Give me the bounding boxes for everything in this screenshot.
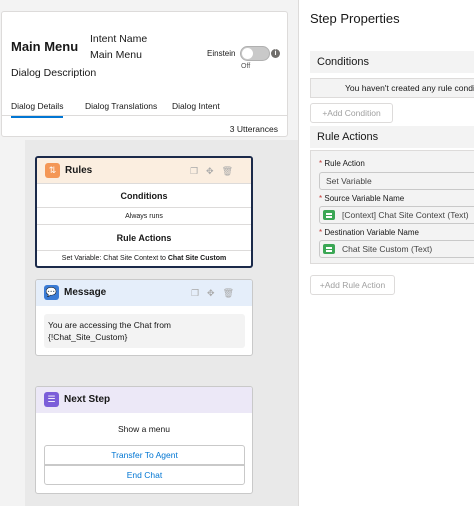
next-step-icon: ☰ [44,392,59,407]
rules-card[interactable]: ⇅ Rules ❐✥🗑 Conditions Always runs Rule … [35,156,253,268]
tab-dialog-translations[interactable]: Dialog Translations [85,101,157,111]
move-icon[interactable]: ✥ [207,288,223,298]
message-bubble: You are accessing the Chat from {!Chat_S… [44,314,245,348]
utterances-count: 3 Utterances [229,124,278,134]
source-variable-field[interactable]: [Context] Chat Site Context (Text) [319,206,474,224]
destination-variable-value: Chat Site Custom (Text) [342,244,433,254]
next-step-card[interactable]: ☰ Next Step Show a menu Transfer To Agen… [35,386,253,494]
no-conditions-message: You haven't created any rule conditions [310,78,474,98]
rule-action-label: * Rule Action [319,159,365,168]
move-icon[interactable]: ✥ [206,166,222,176]
rules-conditions-heading: Conditions [37,184,251,208]
add-rule-action-button[interactable]: +Add Rule Action [310,275,395,295]
rules-card-header: ⇅ Rules ❐✥🗑 [37,158,251,184]
intent-name-label: Intent Name [90,33,148,45]
dialog-header-card: Main Menu Intent Name Main Menu Dialog D… [1,11,288,137]
message-card[interactable]: 💬 Message ❐✥🗑 You are accessing the Chat… [35,279,253,356]
rules-actions-heading: Rule Actions [37,225,251,251]
toggle-knob [242,48,253,59]
set-variable-summary: Set Variable: Chat Site Context to Chat … [37,251,251,266]
dialog-description: Dialog Description [11,67,97,79]
tab-dialog-intent[interactable]: Dialog Intent [172,101,220,111]
einstein-toggle[interactable] [240,46,270,61]
trash-icon[interactable]: 🗑 [223,288,242,298]
message-line-1: You are accessing the Chat from [48,320,172,330]
einstein-toggle-label: Einstein [207,49,236,58]
card-actions: ❐✥🗑 [190,166,241,177]
rule-action-select[interactable]: Set Variable [319,172,474,190]
next-step-card-title: Next Step [64,394,111,405]
always-runs-text: Always runs [37,208,251,225]
message-card-header: 💬 Message ❐✥🗑 [36,280,252,306]
step-properties-panel: Step Properties Conditions You haven't c… [298,0,474,506]
source-variable-value: [Context] Chat Site Context (Text) [342,210,469,220]
step-properties-title: Step Properties [310,11,400,26]
intent-name-value: Main Menu [90,49,142,61]
trash-icon[interactable]: 🗑 [222,166,241,176]
destination-variable-field[interactable]: Chat Site Custom (Text) [319,240,474,258]
info-icon[interactable]: i [271,49,280,58]
rule-action-fields: * Rule Action Set Variable * Source Vari… [310,150,474,264]
toggle-state-label: Off [241,63,251,70]
next-step-card-header: ☰ Next Step [36,387,252,413]
set-variable-target: Chat Site Custom [167,255,227,262]
message-line-2: {!Chat_Site_Custom} [48,332,128,342]
variable-icon [323,210,335,220]
card-actions: ❐✥🗑 [191,288,242,299]
menu-item-transfer-to-agent[interactable]: Transfer To Agent [44,445,245,465]
copy-icon[interactable]: ❐ [190,166,206,176]
rule-actions-section-heading: Rule Actions [310,126,474,148]
conditions-section-heading: Conditions [310,51,474,73]
message-card-title: Message [64,287,107,298]
rules-card-title: Rules [65,165,93,176]
add-condition-button[interactable]: +Add Condition [310,103,393,123]
dialog-canvas: Main Menu Intent Name Main Menu Dialog D… [0,0,298,506]
set-variable-prefix: Set Variable: Chat Site Context to [61,255,168,262]
copy-icon[interactable]: ❐ [191,288,207,298]
variable-icon [323,244,335,254]
show-menu-text: Show a menu [118,424,170,434]
source-variable-label: * Source Variable Name [319,194,405,203]
destination-variable-label: * Destination Variable Name [319,228,419,237]
rules-icon: ⇅ [45,163,60,178]
tab-dialog-details[interactable]: Dialog Details [11,101,64,118]
dialog-title: Main Menu [11,39,79,54]
menu-item-end-chat[interactable]: End Chat [44,465,245,485]
dialog-tabs: Dialog Details Dialog Translations Dialo… [2,95,287,118]
chat-bubble-icon: 💬 [44,285,59,300]
